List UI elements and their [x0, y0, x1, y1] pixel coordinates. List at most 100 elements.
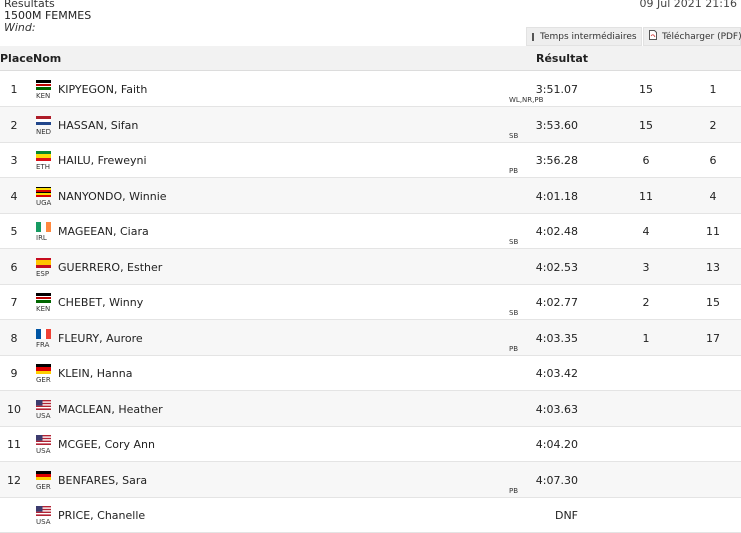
result-cell: 3:56.28 [535, 154, 578, 167]
place-cell: 6 [10, 260, 18, 274]
result-cell: 4:02.53 [535, 260, 578, 274]
wind-label: Wind: [4, 21, 36, 34]
splits-toggle-button[interactable]: Temps intermédiaires [526, 27, 642, 46]
result-cell: 4:07.30 [535, 473, 578, 487]
country-flag-icon [36, 293, 51, 303]
table-row[interactable]: 10 USA MACLEAN, Heather 4:03.63 [0, 390, 741, 427]
table-row[interactable]: 7 KEN CHEBET, Winny 4:02.77 SB 2 15 [0, 284, 741, 320]
place-cell: 5 [10, 225, 18, 238]
place-cell: 3 [10, 154, 18, 167]
checkbox-icon[interactable] [532, 32, 534, 41]
result-cell: DNF [554, 509, 578, 522]
rank-cell: 13 [706, 260, 720, 274]
place-cell: 2 [10, 118, 18, 132]
heat-cell: 4 [642, 225, 650, 238]
country-code: USA [36, 411, 51, 420]
download-pdf-label: Télécharger (PDF) [662, 31, 741, 42]
rank-cell: 4 [709, 189, 717, 203]
result-cell: 4:04.20 [535, 438, 578, 451]
event-datetime: 09 Jul 2021 21:16 [639, 0, 737, 10]
record-mark: PB [509, 344, 519, 353]
table-row[interactable]: USA PRICE, Chanelle DNF [0, 497, 741, 533]
country-code: ETH [36, 163, 50, 171]
result-cell: 4:02.77 [535, 296, 578, 309]
athlete-name[interactable]: MAGEEAN, Ciara [58, 225, 149, 238]
country-code: USA [36, 518, 51, 526]
country-code: GER [36, 482, 51, 491]
table-row[interactable]: 2 NED HASSAN, Sifan 3:53.60 SB 15 2 [0, 106, 741, 143]
column-header-place: Place [0, 52, 34, 65]
download-pdf-button[interactable]: Télécharger (PDF) [643, 27, 741, 46]
place-cell: 12 [7, 473, 21, 487]
country-flag-icon [36, 186, 51, 197]
column-header-name: Nom [33, 52, 62, 65]
result-cell: 4:03.35 [535, 331, 578, 345]
table-row[interactable]: 1 KEN KIPYEGON, Faith 3:51.07 WL,NR,PB 15 1 [0, 71, 741, 107]
place-cell: 1 [10, 83, 18, 96]
country-flag-icon [36, 470, 51, 481]
splits-toggle-label: Temps intermédiaires [540, 31, 637, 42]
country-code: UGA [36, 198, 52, 207]
table-row[interactable]: 9 GER KLEIN, Hanna 4:03.42 [0, 355, 741, 391]
athlete-name[interactable]: PRICE, Chanelle [58, 509, 145, 522]
pdf-file-icon [649, 30, 657, 43]
country-flag-icon [36, 506, 51, 516]
country-code: FRA [36, 340, 50, 349]
country-flag-icon [36, 80, 51, 90]
rank-cell: 15 [706, 296, 720, 309]
table-row[interactable]: 4 UGA NANYONDO, Winnie 4:01.18 11 4 [0, 177, 741, 214]
place-cell: 10 [7, 402, 21, 416]
country-code: ESP [36, 269, 50, 278]
heat-cell: 15 [639, 83, 653, 96]
country-code: USA [36, 447, 51, 455]
athlete-name[interactable]: MACLEAN, Heather [58, 403, 163, 416]
table-row[interactable]: 11 USA MCGEE, Cory Ann 4:04.20 [0, 426, 741, 462]
heat-cell: 1 [642, 331, 650, 345]
place-cell: 7 [10, 296, 18, 309]
rank-cell: 1 [709, 83, 717, 96]
heat-cell: 11 [639, 189, 653, 203]
column-header-result: Résultat [536, 52, 589, 65]
record-mark: SB [509, 131, 519, 140]
table-row[interactable]: 6 ESP GUERRERO, Esther 4:02.53 3 13 [0, 248, 741, 285]
country-flag-icon [36, 115, 51, 126]
table-row[interactable]: 5 IRL MAGEEAN, Ciara 4:02.48 SB 4 11 [0, 213, 741, 249]
rank-cell: 17 [706, 331, 720, 345]
result-cell: 4:01.18 [535, 189, 578, 203]
athlete-name[interactable]: HASSAN, Sifan [58, 119, 138, 132]
athlete-name[interactable]: CHEBET, Winny [58, 296, 143, 309]
athlete-name[interactable]: GUERRERO, Esther [58, 261, 162, 274]
country-flag-icon [36, 399, 51, 410]
table-row[interactable]: 12 GER BENFARES, Sara 4:07.30 PB [0, 461, 741, 498]
country-code: KEN [36, 305, 51, 313]
record-mark: SB [509, 309, 519, 317]
place-cell: 11 [7, 438, 21, 451]
result-cell: 3:51.07 [535, 83, 578, 96]
result-cell: 4:03.42 [535, 367, 578, 380]
result-cell: 4:03.63 [535, 402, 578, 416]
athlete-name[interactable]: HAILU, Freweyni [58, 154, 147, 167]
athlete-name[interactable]: NANYONDO, Winnie [58, 190, 167, 203]
athlete-name[interactable]: KIPYEGON, Faith [58, 83, 147, 96]
rank-cell: 2 [709, 118, 717, 132]
country-code: NED [36, 127, 52, 136]
heat-cell: 2 [642, 296, 650, 309]
table-row[interactable]: 3 ETH HAILU, Freweyni 3:56.28 PB 6 6 [0, 142, 741, 178]
record-mark: WL,NR,PB [509, 96, 544, 104]
country-flag-icon [36, 222, 51, 232]
athlete-name[interactable]: FLEURY, Aurore [58, 332, 143, 345]
rank-cell: 11 [706, 225, 720, 238]
place-cell: 4 [10, 189, 18, 203]
record-mark: PB [509, 486, 519, 495]
country-flag-icon [36, 328, 51, 339]
place-cell: 9 [10, 367, 18, 380]
heat-cell: 3 [642, 260, 650, 274]
results-table-header: Place Nom Résultat [0, 46, 741, 71]
country-code: GER [36, 376, 51, 384]
country-code: KEN [36, 92, 51, 100]
athlete-name[interactable]: MCGEE, Cory Ann [58, 438, 155, 451]
athlete-name[interactable]: BENFARES, Sara [58, 474, 147, 487]
country-flag-icon [36, 364, 51, 374]
athlete-name[interactable]: KLEIN, Hanna [58, 367, 132, 380]
table-row[interactable]: 8 FRA FLEURY, Aurore 4:03.35 PB 1 17 [0, 319, 741, 356]
